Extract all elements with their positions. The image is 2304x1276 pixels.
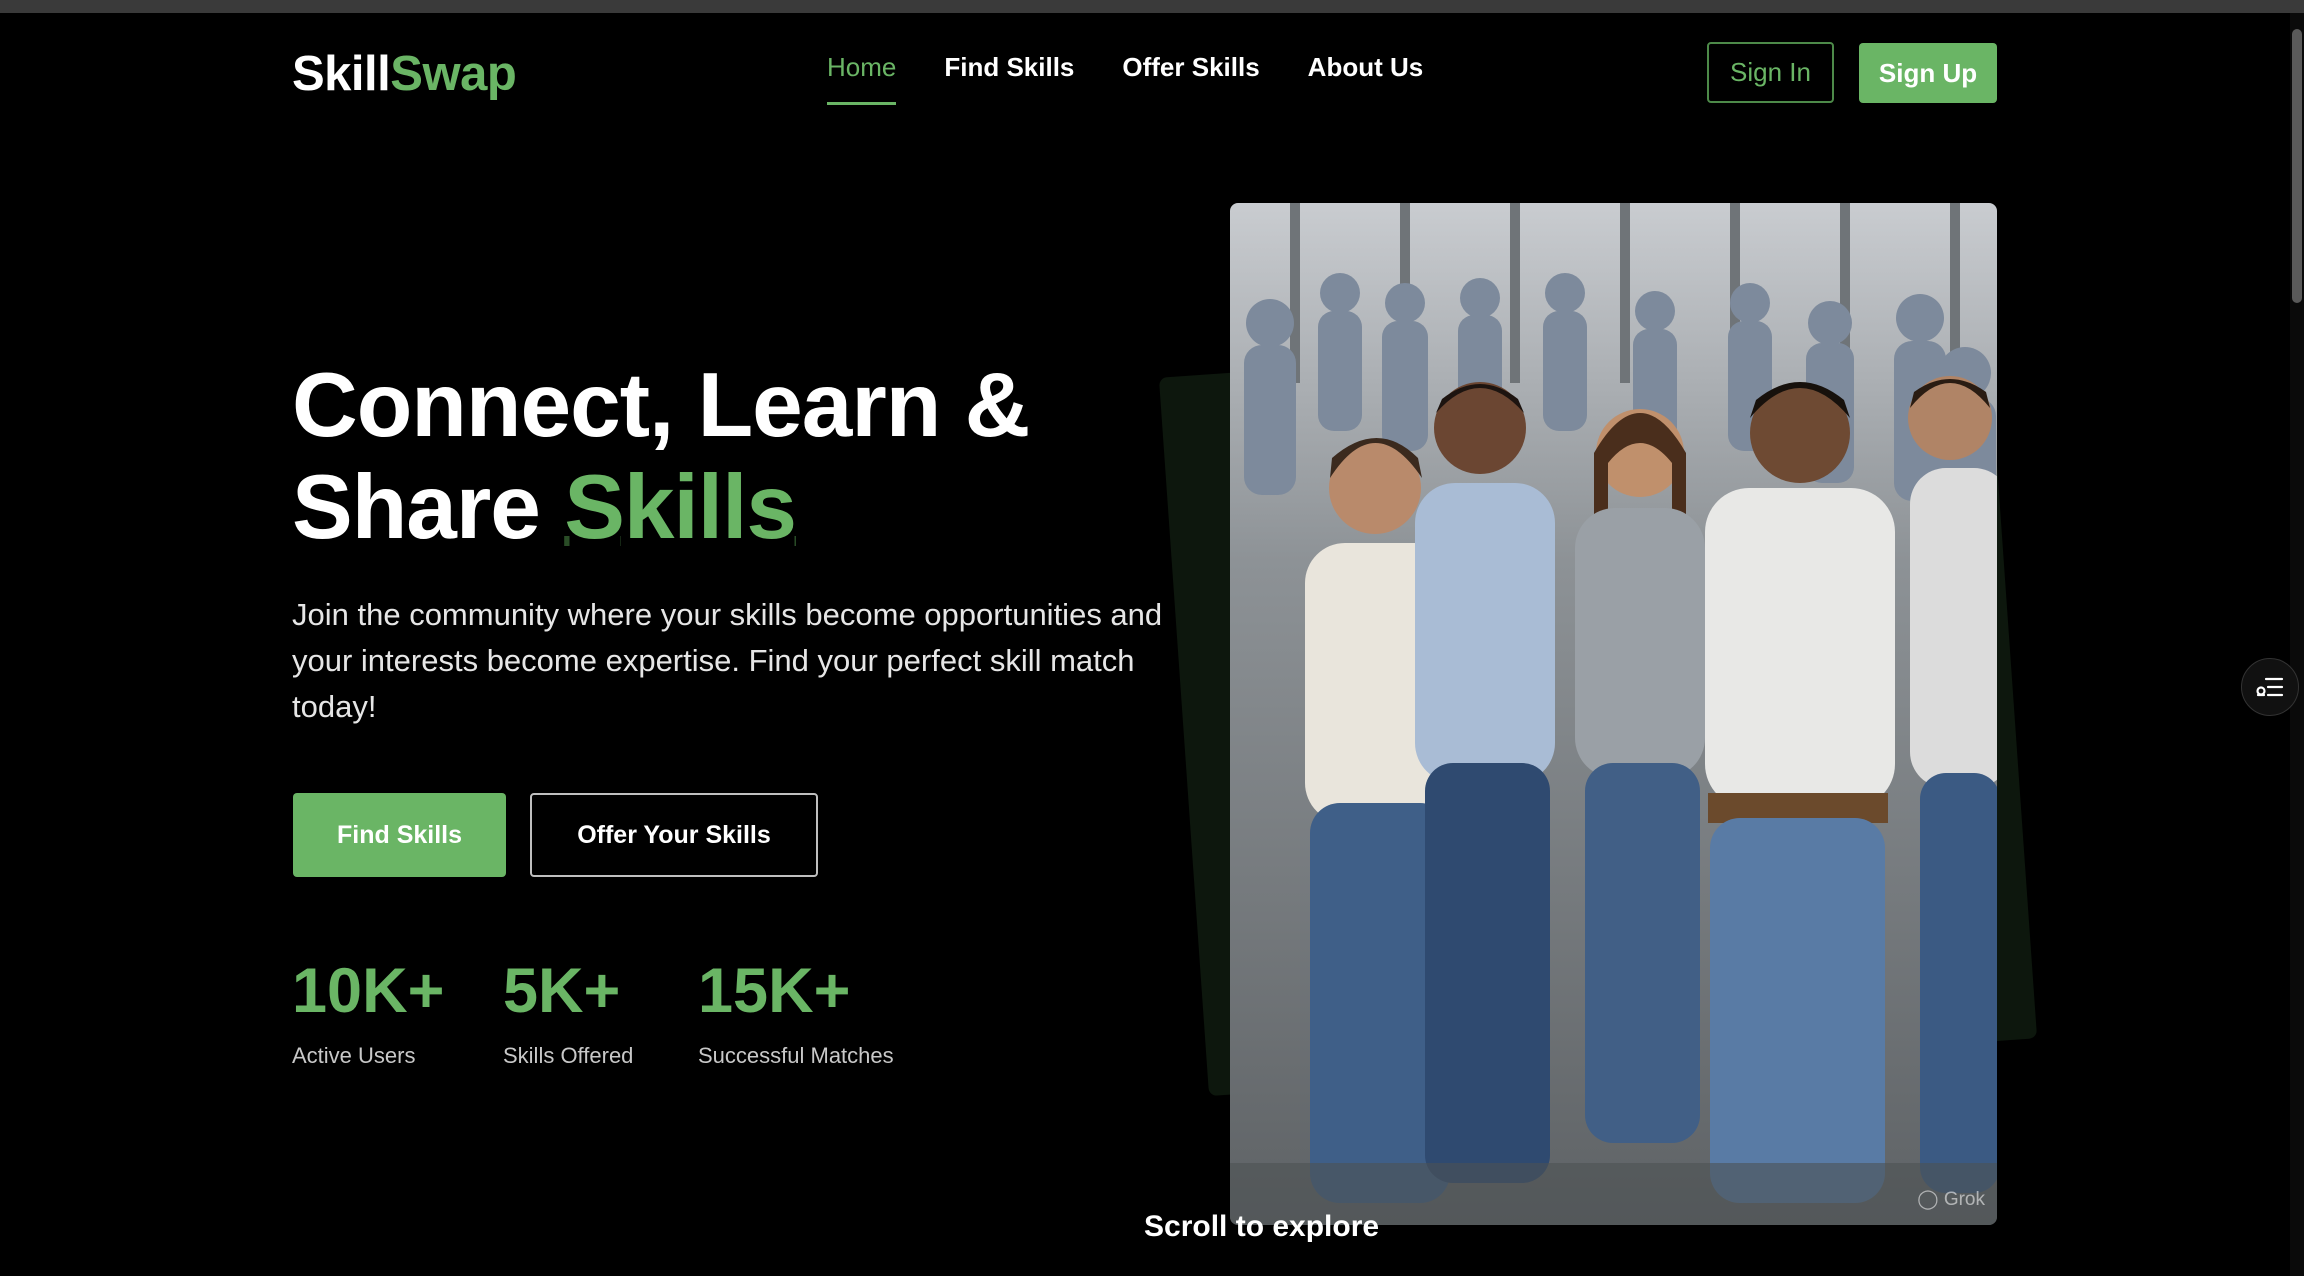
stat-skills-offered: 5K+ Skills Offered bbox=[503, 955, 633, 1069]
find-skills-button[interactable]: Find Skills bbox=[293, 793, 506, 877]
scroll-to-explore[interactable]: Scroll to explore bbox=[1144, 1210, 1379, 1244]
hero-title-line-1: Connect, Learn & bbox=[292, 355, 1030, 456]
logo-part-1: Skill bbox=[292, 47, 391, 101]
settings-toggle-icon[interactable] bbox=[2241, 658, 2299, 716]
hero-title-line-2-prefix: Share bbox=[292, 457, 565, 558]
scrollbar-thumb[interactable] bbox=[2292, 29, 2302, 303]
logo[interactable]: SkillSwap bbox=[292, 44, 517, 104]
stat-label: Active Users bbox=[292, 1043, 416, 1068]
stat-successful-matches: 15K+ Successful Matches bbox=[698, 955, 894, 1069]
stat-label: Successful Matches bbox=[698, 1043, 894, 1068]
sign-in-button[interactable]: Sign In bbox=[1707, 42, 1834, 103]
main-nav: Home Find Skills Offer Skills About Us bbox=[827, 52, 1423, 105]
nav-find-skills[interactable]: Find Skills bbox=[944, 52, 1074, 105]
nav-home[interactable]: Home bbox=[827, 52, 897, 105]
sliders-icon bbox=[2256, 677, 2284, 697]
nav-about-us[interactable]: About Us bbox=[1308, 52, 1424, 105]
offer-your-skills-button[interactable]: Offer Your Skills bbox=[530, 793, 818, 877]
stat-active-users: 10K+ Active Users bbox=[292, 955, 444, 1069]
sign-up-button[interactable]: Sign Up bbox=[1859, 43, 1997, 103]
nav-offer-skills[interactable]: Offer Skills bbox=[1122, 52, 1259, 105]
hero-subtitle: Join the community where your skills bec… bbox=[292, 597, 1163, 724]
group-of-people-illustration bbox=[1230, 203, 1997, 1225]
stat-value: 15K+ bbox=[698, 956, 851, 1026]
grok-watermark: ◯ Grok bbox=[1917, 1188, 1985, 1211]
hero-photo: ◯ Grok bbox=[1230, 203, 1997, 1225]
browser-top-bar bbox=[0, 0, 2304, 13]
scrollbar[interactable] bbox=[2290, 13, 2304, 1276]
watermark-icon: ◯ bbox=[1917, 1189, 1944, 1210]
hero-title: Connect, Learn & Share Skills bbox=[292, 355, 1030, 559]
logo-part-2: Swap bbox=[390, 47, 517, 101]
stat-label: Skills Offered bbox=[503, 1043, 634, 1068]
watermark-text: Grok bbox=[1943, 1189, 1985, 1210]
stat-value: 10K+ bbox=[292, 956, 445, 1026]
hero-title-accent: Skills bbox=[564, 457, 797, 558]
stat-value: 5K+ bbox=[503, 956, 621, 1026]
